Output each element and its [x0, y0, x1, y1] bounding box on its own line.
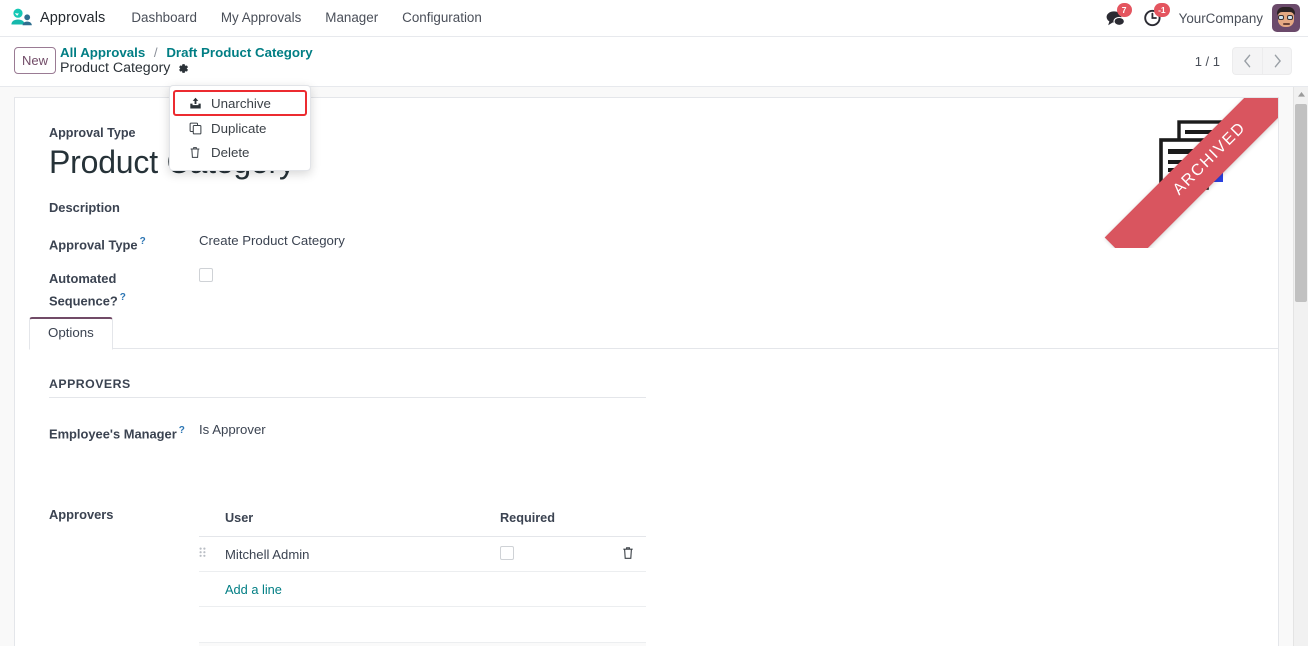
field-automated-sequence: Automated Sequence?? [49, 268, 1150, 310]
add-line-spacer [199, 571, 225, 607]
avatar-mouth [1283, 23, 1290, 25]
automated-sequence-label: Automated Sequence?? [49, 271, 126, 309]
approval-type-label: Approval Type? [49, 236, 146, 253]
approvers-table: User Required Mitchell Admin Add a line [199, 507, 646, 646]
field-approval-type: Approval Type? Create Product Category [49, 231, 1150, 254]
breadcrumb-current-record: Product Category [60, 60, 171, 76]
employees-manager-value[interactable]: Is Approver [199, 420, 266, 439]
row-user-value[interactable]: Mitchell Admin [225, 536, 500, 572]
field-description: Description [49, 197, 1150, 217]
scrollbar-thumb[interactable] [1295, 104, 1307, 302]
automated-sequence-help-icon[interactable]: ? [120, 292, 126, 303]
trash-icon [188, 146, 202, 159]
dropdown-item-delete[interactable]: Delete [170, 140, 310, 164]
duplicate-copy-icon [188, 122, 202, 135]
messages-badge: 7 [1116, 3, 1132, 17]
notebook: Options APPROVERS Employee's Manager? Is… [29, 317, 1278, 443]
drag-handle-icon[interactable] [199, 547, 206, 562]
column-handle [199, 507, 225, 537]
chevron-right-icon [1274, 54, 1281, 68]
dropdown-item-delete-label: Delete [211, 144, 250, 160]
messages-button[interactable]: 7 [1097, 0, 1135, 36]
activities-badge: -1 [1154, 3, 1170, 17]
table-footer-cell [199, 642, 646, 646]
dropdown-item-duplicate[interactable]: Duplicate [170, 116, 310, 140]
description-label: Description [49, 200, 120, 215]
top-navbar: Approvals Dashboard My Approvals Manager… [0, 0, 1308, 37]
pager: 1 / 1 [1195, 47, 1292, 75]
field-employees-manager: Employee's Manager? Is Approver [49, 420, 1278, 443]
column-actions [610, 507, 646, 537]
menu-item-manager[interactable]: Manager [313, 0, 390, 36]
approvals-person-check-icon [10, 8, 32, 28]
column-user[interactable]: User [225, 507, 500, 537]
record-actions-dropdown: Unarchive Duplicate Delete [169, 85, 311, 171]
table-row[interactable]: Mitchell Admin [199, 536, 646, 572]
row-required-checkbox[interactable] [500, 545, 514, 560]
column-required[interactable]: Required [500, 507, 610, 537]
main-menu: Dashboard My Approvals Manager Configura… [119, 0, 493, 36]
dropdown-item-duplicate-label: Duplicate [211, 120, 267, 136]
menu-item-my-approvals[interactable]: My Approvals [209, 0, 313, 36]
systray: 7 -1 YourCompany [1097, 0, 1308, 36]
dropdown-item-unarchive[interactable]: Unarchive [173, 90, 307, 116]
table-header-row: User Required [199, 507, 646, 537]
approval-type-value[interactable]: Create Product Category [199, 231, 345, 250]
control-panel: New All Approvals / Draft Product Catego… [0, 37, 1308, 87]
breadcrumb-all-approvals[interactable]: All Approvals [60, 45, 145, 60]
approvers-label: Approvers [49, 507, 114, 522]
new-button[interactable]: New [14, 47, 56, 74]
row-delete-cell[interactable] [610, 536, 646, 572]
automated-sequence-checkbox[interactable] [199, 268, 213, 283]
notebook-tabs: Options [29, 317, 1278, 350]
breadcrumb-separator: / [153, 45, 158, 60]
breadcrumb-draft-product-category[interactable]: Draft Product Category [166, 45, 312, 60]
scroll-up-arrow-icon[interactable] [1294, 87, 1308, 102]
brand-name: Approvals [40, 10, 106, 26]
brand[interactable]: Approvals [0, 8, 119, 28]
table-empty-row [199, 606, 646, 643]
trash-icon[interactable] [622, 546, 634, 563]
breadcrumb-row-top: All Approvals / Draft Product Category [60, 45, 313, 60]
company-switcher[interactable]: YourCompany [1173, 11, 1272, 26]
chevron-left-icon [1243, 54, 1251, 68]
table-footer-row [199, 642, 646, 646]
gear-icon[interactable] [176, 62, 189, 75]
section-title-approvers: APPROVERS [49, 377, 646, 398]
pager-value: 1 / 1 [1194, 53, 1220, 69]
row-required-cell [500, 536, 610, 572]
unarchive-upload-icon [188, 97, 202, 110]
dropdown-item-unarchive-label: Unarchive [211, 95, 271, 111]
pager-next-button[interactable] [1262, 47, 1292, 75]
tab-options[interactable]: Options [29, 317, 113, 350]
table-empty-cell [199, 606, 646, 643]
breadcrumb-row-current: Product Category [60, 61, 313, 76]
avatar-glasses-right [1287, 15, 1293, 20]
notebook-page-options: APPROVERS Employee's Manager? Is Approve… [29, 349, 1278, 443]
row-drag-cell[interactable] [199, 536, 225, 572]
employees-manager-help-icon[interactable]: ? [179, 425, 185, 436]
avatar-glasses-left [1278, 15, 1284, 20]
document-image [1153, 118, 1233, 196]
add-a-line-button[interactable]: Add a line [225, 582, 282, 597]
activities-button[interactable]: -1 [1135, 0, 1173, 36]
approval-type-help-icon[interactable]: ? [140, 236, 146, 247]
employees-manager-label: Employee's Manager? [49, 425, 185, 442]
menu-item-dashboard[interactable]: Dashboard [119, 0, 209, 36]
avatar[interactable] [1272, 4, 1300, 32]
breadcrumb: All Approvals / Draft Product Category P… [60, 45, 313, 76]
add-line-row[interactable]: Add a line [199, 571, 646, 607]
add-line-cell[interactable]: Add a line [225, 571, 646, 607]
vertical-scrollbar[interactable] [1293, 87, 1308, 646]
menu-item-configuration[interactable]: Configuration [390, 0, 494, 36]
pager-previous-button[interactable] [1232, 47, 1262, 75]
form-sheet: ARCHIVED Approval Type Product Category … [14, 97, 1279, 646]
